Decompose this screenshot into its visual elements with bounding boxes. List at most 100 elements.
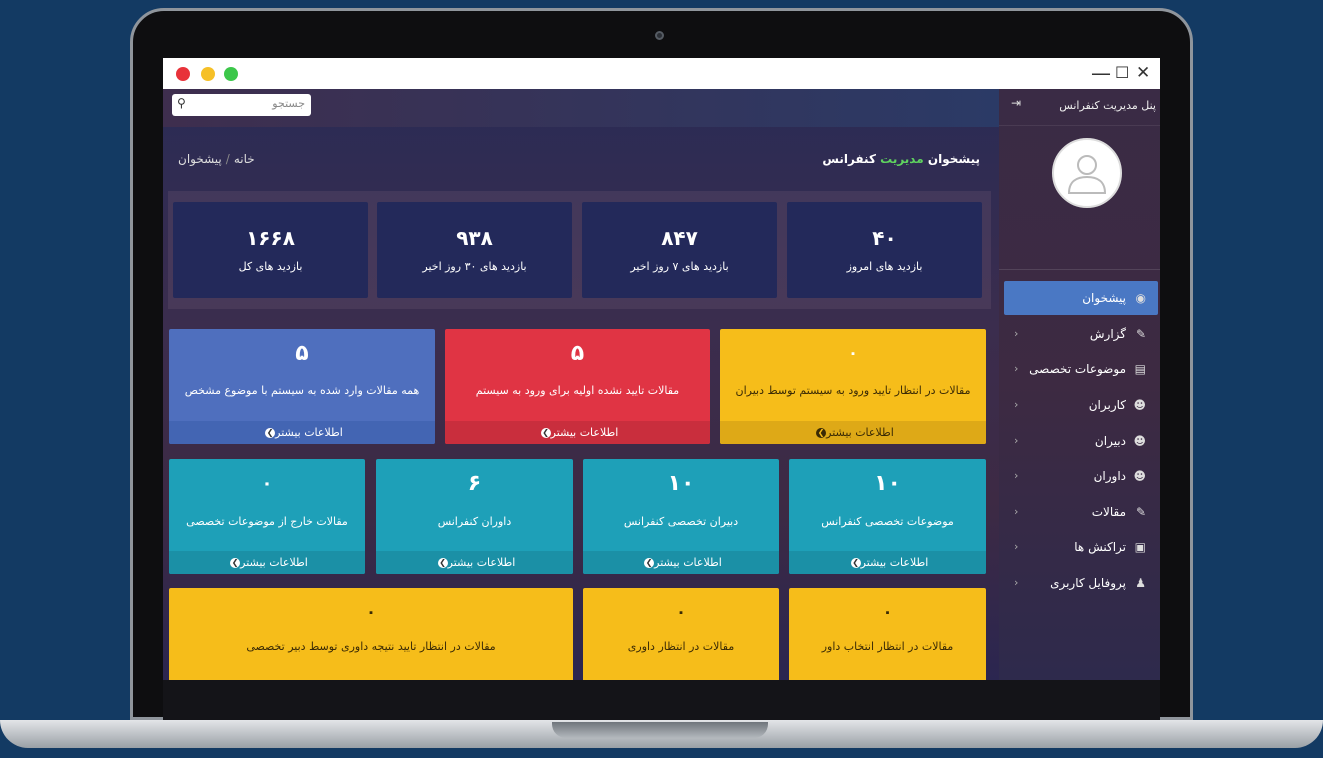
card-conference-reviewers: ۶ داوران کنفرانس اطلاعات بیشتر❯ (376, 459, 573, 574)
more-info-link[interactable]: اطلاعات بیشتر❯ (789, 551, 986, 574)
screen: — ☐ ✕ جستجو ⚲ خانه / پیشخوان پیشخوان مدیری… (163, 58, 1160, 680)
more-info-link[interactable]: اطلاعات بیشتر❯ (445, 421, 710, 444)
minimize-icon[interactable]: — (1091, 61, 1111, 85)
logout-icon[interactable]: ⇥ (1011, 96, 1021, 110)
zoom-dot-icon[interactable] (224, 67, 238, 81)
card-label: مقالات در انتظار داوری (627, 640, 735, 653)
card-label: دبیران تخصصی کنفرانس (623, 515, 739, 528)
chevron-left-icon: ‹ (1014, 469, 1019, 482)
more-info-label: اطلاعات بیشتر (275, 426, 343, 439)
sidebar-item-users[interactable]: ☻ کاربران ‹ (1004, 388, 1158, 422)
more-info-link[interactable]: اطلاعات بیشتر❯ (169, 551, 365, 574)
dashboard-icon: ◉ (1135, 291, 1146, 305)
edit-icon: ✎ (1135, 505, 1146, 519)
more-info-link[interactable]: اطلاعات بیشتر❯ (376, 551, 573, 574)
more-info-label: اطلاعات بیشتر (447, 556, 516, 569)
stat-label: بازدید های امروز (846, 260, 923, 273)
card-label: مقالات خارج از موضوعات تخصصی (186, 515, 348, 528)
search-placeholder: جستجو (272, 97, 305, 110)
sidebar-item-label: پیشخوان (1082, 291, 1126, 305)
card-value: ۰ (848, 343, 858, 362)
card-label: موضوعات تخصصی کنفرانس (821, 515, 954, 528)
sidebar-item-label: تراکنش ها (1074, 540, 1126, 554)
sidebar-item-editors[interactable]: ☻ دبیران ‹ (1004, 424, 1158, 458)
sidebar-header: پنل مدیریت کنفرانس ⇥ (999, 89, 1160, 126)
laptop-notch (552, 722, 768, 738)
stat-label: بازدید های کل (238, 260, 303, 273)
sidebar-item-dashboard[interactable]: ◉ پیشخوان (1004, 281, 1158, 315)
stat-card-7days: ۸۴۷ بازدید های ۷ روز اخیر (582, 202, 777, 298)
sidebar-item-profile[interactable]: ♟ پروفایل کاربری ‹ (1004, 566, 1158, 600)
chevron-left-icon: ‹ (1014, 434, 1019, 447)
sidebar-item-label: داوران (1093, 469, 1126, 483)
card-pending-editor-approval: ۰ مقالات در انتظار تایید ورود به سیستم ت… (720, 329, 986, 444)
more-info-label: اطلاعات بیشتر (240, 556, 308, 569)
sidebar-item-label: کاربران (1088, 398, 1126, 412)
maximize-icon[interactable]: ☐ (1115, 61, 1129, 85)
chevron-left-icon: ‹ (1014, 540, 1019, 553)
sidebar-item-reviewers[interactable]: ☻ داوران ‹ (1004, 459, 1158, 493)
chevron-left-icon: ‹ (1014, 505, 1019, 518)
card-value: ۵ (295, 341, 309, 366)
more-info-link[interactable]: اطلاعات بیشتر❯ (720, 421, 986, 444)
card-value: ۰ (882, 602, 893, 621)
card-pending-review: ۰ مقالات در انتظار داوری (583, 588, 779, 680)
sidebar-item-label: مقالات (1091, 505, 1126, 519)
card-specialist-topics: ۱۰ موضوعات تخصصی کنفرانس اطلاعات بیشتر❯ (789, 459, 986, 574)
sidebar-item-label: گزارش (1089, 327, 1126, 341)
stat-value: ۴۰ (872, 226, 897, 250)
money-icon: ▣ (1134, 540, 1146, 554)
card-value: ۱۰ (667, 471, 695, 496)
minimize-dot-icon[interactable] (201, 67, 215, 81)
card-value: ۵ (570, 341, 585, 366)
arrow-circle-icon: ❯ (437, 558, 448, 568)
arrow-circle-icon: ❯ (540, 428, 551, 438)
stat-value: ۱۶۶۸ (246, 226, 295, 250)
breadcrumb-home[interactable]: خانه (234, 152, 255, 166)
page-title-accent: مدیریت (880, 152, 924, 166)
stat-label: بازدید های ۷ روز اخیر (630, 260, 729, 273)
breadcrumb-separator: / (225, 152, 230, 166)
card-value: ۰ (676, 602, 686, 621)
sidebar-item-report[interactable]: ✎ گزارش ‹ (1004, 317, 1158, 351)
arrow-circle-icon: ❯ (816, 428, 827, 438)
more-info-label: اطلاعات بیشتر (550, 426, 619, 439)
more-info-link[interactable]: اطلاعات بیشتر❯ (169, 421, 435, 444)
card-value: ۰ (261, 473, 273, 494)
card-label: داوران کنفرانس (437, 515, 512, 528)
arrow-circle-icon: ❯ (644, 558, 655, 568)
more-info-link[interactable]: اطلاعات بیشتر❯ (583, 551, 779, 574)
page-title-main: پیشخوان (927, 152, 980, 166)
search-input[interactable]: جستجو ⚲ (172, 94, 311, 116)
sidebar-item-transactions[interactable]: ▣ تراکنش ها ‹ (1004, 530, 1158, 564)
card-all-articles: ۵ همه مقالات وارد شده به سیستم با موضوع … (169, 329, 435, 444)
chevron-left-icon: ‹ (1014, 327, 1019, 340)
arrow-circle-icon: ❯ (850, 558, 861, 568)
window-titlebar: — ☐ ✕ (163, 58, 1160, 89)
top-strip: جستجو ⚲ (163, 89, 999, 127)
page-title-rest: کنفرانس (822, 152, 876, 166)
card-value: ۰ (366, 602, 376, 621)
archive-icon: ▤ (1134, 362, 1146, 376)
sidebar-item-label: پروفایل کاربری (1050, 576, 1126, 590)
arrow-circle-icon: ❯ (230, 558, 241, 568)
sidebar-item-topics[interactable]: ▤ موضوعات تخصصی ‹ (1004, 352, 1158, 386)
close-dot-icon[interactable] (176, 67, 190, 81)
sidebar: پنل مدیریت کنفرانس ⇥ ◉ پیشخوان ✎ گزارش ‹… (999, 89, 1160, 680)
user-icon: ♟ (1135, 576, 1146, 590)
stat-value: ۸۴۷ (661, 226, 698, 250)
sidebar-item-articles[interactable]: ✎ مقالات ‹ (1004, 495, 1158, 529)
card-off-topic-articles: ۰ مقالات خارج از موضوعات تخصصی اطلاعات ب… (169, 459, 365, 574)
sidebar-title: پنل مدیریت کنفرانس (1059, 99, 1156, 112)
card-specialist-editors: ۱۰ دبیران تخصصی کنفرانس اطلاعات بیشتر❯ (583, 459, 779, 574)
stat-label: بازدید های ۳۰ روز اخیر (422, 260, 527, 273)
card-value: ۱۰ (874, 471, 901, 496)
arrow-circle-icon: ❯ (265, 428, 276, 438)
user-avatar-icon (1067, 155, 1107, 194)
card-label: مقالات در انتظار تایید نتیجه داوری توسط … (246, 640, 496, 653)
card-pending-reviewer-selection: ۰ مقالات در انتظار انتخاب داور (789, 588, 986, 680)
more-info-label: اطلاعات بیشتر (654, 556, 722, 569)
stat-card-total: ۱۶۶۸ بازدید های کل (173, 202, 368, 298)
close-icon[interactable]: ✕ (1136, 61, 1150, 85)
more-info-label: اطلاعات بیشتر (860, 556, 929, 569)
